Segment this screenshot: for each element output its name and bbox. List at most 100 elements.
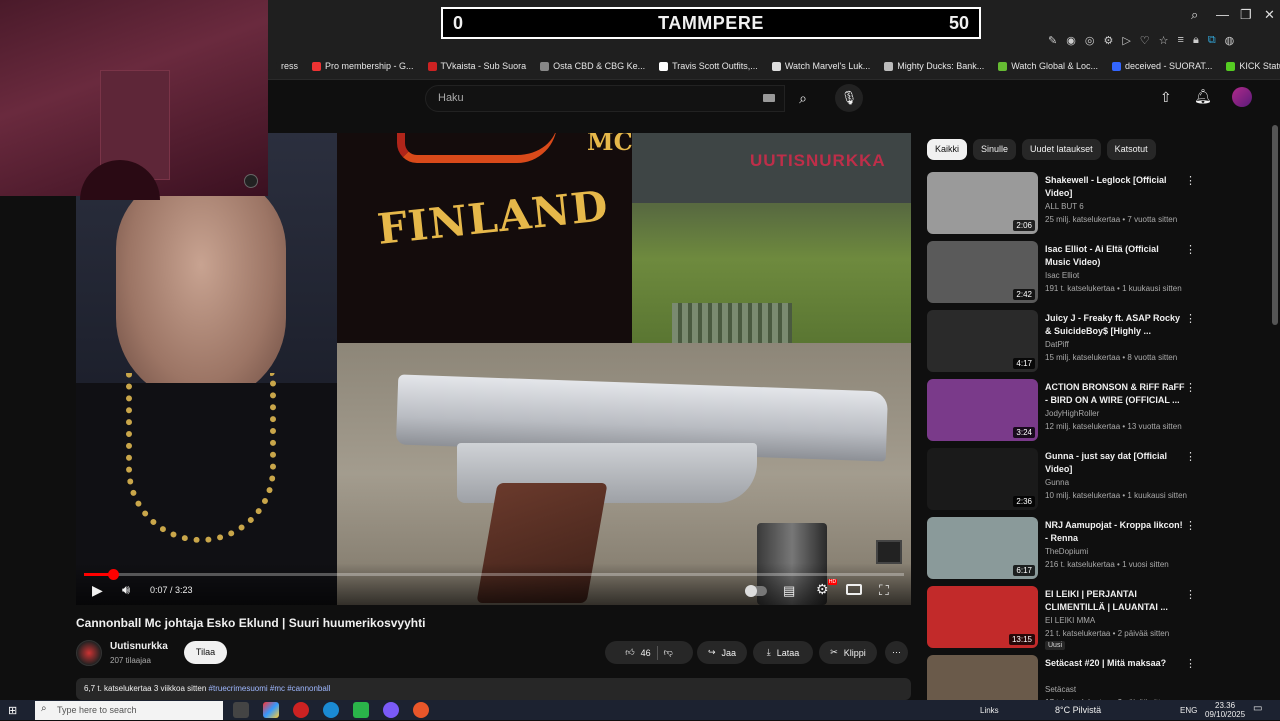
heart-icon[interactable]: ♡ [1140, 34, 1150, 47]
opera-icon[interactable] [293, 702, 309, 718]
filter-chip[interactable]: Uudet lataukset [1022, 139, 1101, 160]
recommendation-title[interactable]: Gunna - just say dat [Official Video] [1045, 450, 1185, 476]
recommendation-channel[interactable]: DatPiff [1045, 340, 1069, 349]
like-count[interactable]: 46 [641, 648, 651, 658]
recommendation-title[interactable]: Isac Elliot - Ai Eltä (Official Music Vi… [1045, 243, 1185, 269]
discord-icon[interactable] [383, 702, 399, 718]
more-options-icon[interactable]: ⋮ [1185, 312, 1196, 325]
avatar[interactable] [1232, 87, 1252, 107]
bookmark-item[interactable]: Watch Global & Loc... [998, 57, 1098, 75]
subscribe-button[interactable]: Tilaa [184, 641, 227, 664]
dislike-icon[interactable]: 👎︎ [664, 647, 673, 658]
recommendation-thumbnail[interactable]: 2:36 [927, 448, 1038, 510]
taskbar-search-input[interactable]: Type here to search [35, 701, 223, 720]
filter-chip[interactable]: Kaikki [927, 139, 968, 160]
more-options-icon[interactable]: ⋮ [1185, 657, 1196, 670]
close-button[interactable]: ✕ [1264, 7, 1275, 23]
recommendation-item[interactable]: 2:42 Isac Elliot - Ai Eltä (Official Musi… [927, 241, 1257, 307]
recommendation-item[interactable]: 6:17 NRJ Aamupojat - Kroppa likcon! - Ren… [927, 517, 1257, 583]
bell-icon[interactable]: 🔔︎ [1194, 88, 1212, 105]
profile-icon[interactable]: ◍ [1225, 34, 1235, 47]
more-options-icon[interactable]: ⋮ [1185, 381, 1196, 394]
recommendation-channel[interactable]: JodyHighRoller [1045, 409, 1099, 418]
recommendation-channel[interactable]: Gunna [1045, 478, 1069, 487]
more-options-icon[interactable]: ⋮ [1185, 174, 1196, 187]
camera-icon[interactable]: ◉ [1066, 34, 1076, 47]
search-icon[interactable]: ⌕ [1191, 7, 1198, 23]
taskbar-links[interactable]: Links [980, 706, 999, 715]
recommendation-channel[interactable]: Isac Elliot [1045, 271, 1079, 280]
recommendation-channel[interactable]: TheDopiumi [1045, 547, 1088, 556]
recommendation-thumbnail[interactable]: 13:15 [927, 586, 1038, 648]
notification-icon[interactable]: ▭ [1253, 703, 1262, 714]
share-button[interactable]: ↪ Jaa [697, 641, 747, 664]
autoplay-toggle[interactable] [745, 585, 767, 597]
recommendation-thumbnail[interactable]: 4:17 [927, 310, 1038, 372]
recommendation-title[interactable]: Setäcast #20 | Mitä maksaa? [1045, 657, 1185, 670]
recommendation-thumbnail[interactable]: 6:17 [927, 517, 1038, 579]
subtitles-icon[interactable]: ▤ [783, 583, 795, 599]
task-view-icon[interactable] [233, 702, 249, 718]
maximize-button[interactable]: ❐ [1240, 7, 1252, 23]
recommendation-item[interactable]: 4:17 Juicy J - Freaky ft. ASAP Rocky & Su… [927, 310, 1257, 376]
minimize-button[interactable]: — [1216, 7, 1229, 22]
app-green-icon[interactable] [353, 702, 369, 718]
bookmark-item[interactable]: Watch Marvel's Luk... [771, 57, 870, 75]
like-icon[interactable]: 👍︎ [625, 647, 634, 658]
app-orange-icon[interactable] [413, 702, 429, 718]
more-options-icon[interactable]: ⋮ [1185, 519, 1196, 532]
progress-bar[interactable] [84, 569, 904, 580]
bookmark-item[interactable]: ress [268, 57, 298, 75]
theater-mode-button[interactable] [846, 584, 862, 595]
settings-gear-icon[interactable]: ⚙ [816, 581, 829, 598]
channel-avatar[interactable] [76, 640, 102, 666]
play-button[interactable]: ▶ [92, 582, 103, 599]
more-options-icon[interactable]: ⋮ [1185, 450, 1196, 463]
download-button[interactable]: ⤓ Lataa [753, 641, 813, 664]
scrollbar[interactable] [1272, 125, 1278, 325]
filter-chip[interactable]: Katsotut [1106, 139, 1156, 160]
bookmark-item[interactable]: Osta CBD & CBG Ke... [540, 57, 645, 75]
clip-button[interactable]: ✂ Klippi [819, 641, 877, 664]
language-indicator[interactable]: ENG [1180, 706, 1197, 715]
recommendation-thumbnail[interactable]: 2:06 [927, 172, 1038, 234]
recommendation-channel[interactable]: Setäcast [1045, 685, 1076, 694]
more-actions-button[interactable]: ⋯ [885, 641, 908, 664]
app-icon[interactable] [263, 702, 279, 718]
filter-chip[interactable]: Sinulle [973, 139, 1017, 160]
upload-icon[interactable]: ⇧ [1160, 89, 1172, 106]
star-icon[interactable]: ☆ [1159, 34, 1169, 47]
weather-widget[interactable]: 8°C Pilvistä [1055, 705, 1101, 715]
bookmark-item[interactable]: Mighty Ducks: Bank... [884, 57, 984, 75]
recommendation-item[interactable]: 2:36 Gunna - just say dat [Official Video… [927, 448, 1257, 514]
settings-icon[interactable]: ⚙ [1103, 34, 1113, 47]
recommendation-title[interactable]: ACTION BRONSON & RiFF RaFF - BIRD ON A W… [1045, 381, 1185, 407]
bookmark-item[interactable]: Pro membership - G... [312, 57, 414, 75]
record-icon[interactable]: ◎ [1085, 34, 1095, 47]
more-options-icon[interactable]: ⋮ [1185, 243, 1196, 256]
fullscreen-icon[interactable]: ⛶ [879, 582, 889, 599]
recommendation-item[interactable]: 2:06 Shakewell - Leglock [Official Video]… [927, 172, 1257, 238]
clock[interactable]: 23.36 09/10/2025 [1205, 701, 1245, 719]
mic-icon[interactable]: 🎙︎ [835, 84, 863, 112]
more-options-icon[interactable]: ⋮ [1185, 588, 1196, 601]
menu-icon[interactable]: ≡ [1178, 34, 1184, 47]
bookmark-item[interactable]: TVkaista - Sub Suora [427, 57, 526, 75]
keyboard-icon[interactable] [763, 94, 775, 102]
recommendation-thumbnail[interactable]: 2:42 [927, 241, 1038, 303]
video-player[interactable]: MC FINLAND UUTISNURKKA i [76, 133, 911, 605]
volume-icon[interactable]: 🔊︎ [122, 582, 130, 598]
lock-icon[interactable]: 🔒︎ [1193, 34, 1199, 47]
extension-icon[interactable]: ⧉ [1208, 34, 1216, 47]
search-input[interactable]: Haku [425, 85, 785, 112]
search-button[interactable]: ⌕ [787, 85, 819, 112]
recommendation-item[interactable]: 3:24 ACTION BRONSON & RiFF RaFF - BIRD ON… [927, 379, 1257, 445]
recommendation-title[interactable]: NRJ Aamupojat - Kroppa likcon! - Renna [1045, 519, 1185, 545]
channel-name[interactable]: Uutisnurkka [110, 641, 168, 652]
bookmark-item[interactable]: KICK Status Page [1226, 57, 1280, 75]
play-icon[interactable]: ▷ [1122, 34, 1130, 47]
recommendation-item[interactable]: 13:15 EI LEIKI | PERJANTAI CLIMENTILLÄ | … [927, 586, 1257, 652]
recommendation-channel[interactable]: ALL BUT 6 [1045, 202, 1084, 211]
recommendation-channel[interactable]: EI LEIKI MMA [1045, 616, 1095, 625]
recommendation-thumbnail[interactable]: 3:24 [927, 379, 1038, 441]
